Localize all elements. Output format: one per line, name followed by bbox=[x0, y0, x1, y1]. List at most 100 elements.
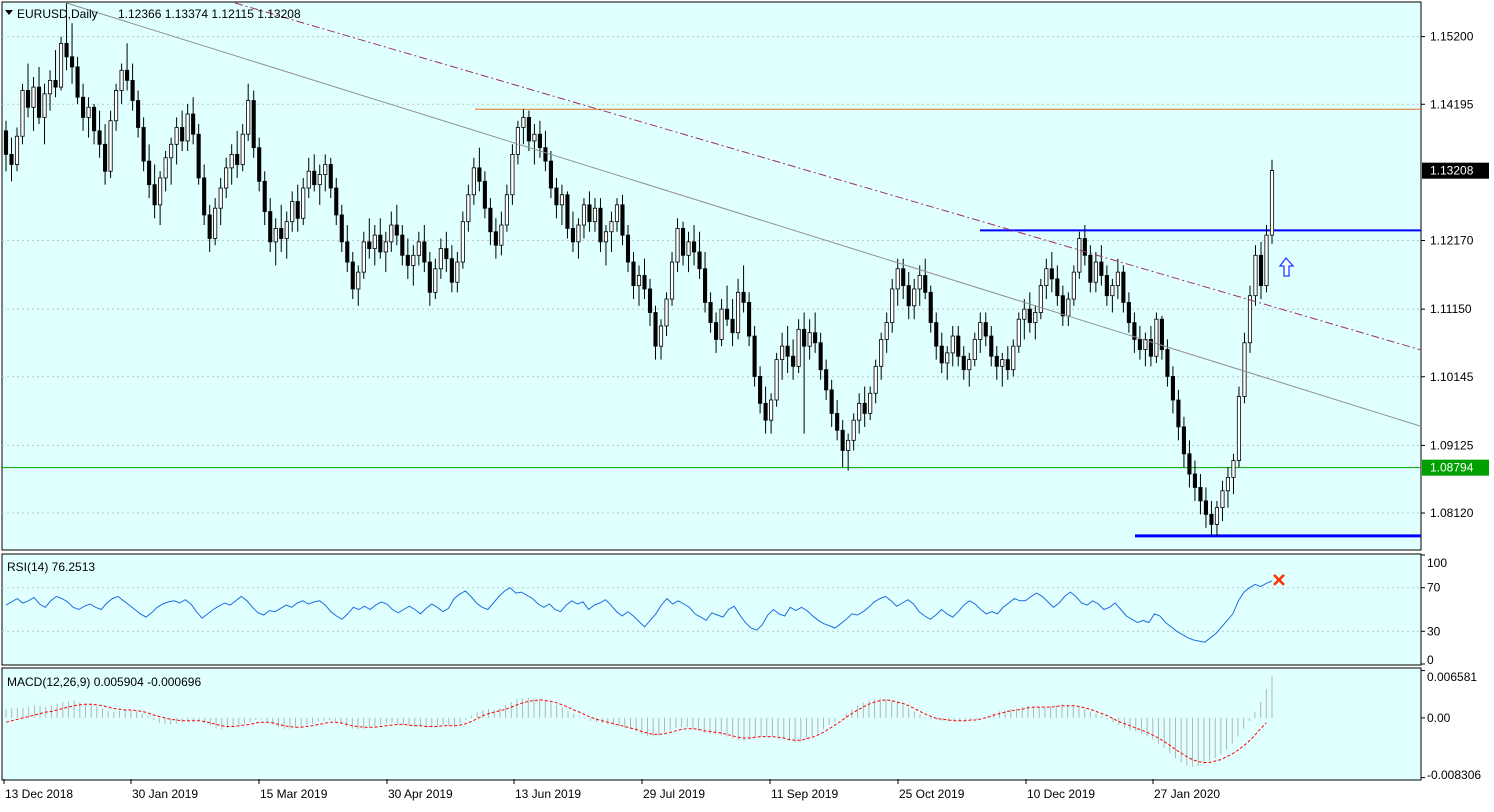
candle-body bbox=[306, 170, 311, 189]
candle-body bbox=[477, 167, 482, 182]
candle-body bbox=[81, 96, 86, 118]
candle-body bbox=[972, 339, 977, 361]
candle-body bbox=[824, 369, 829, 391]
symbol-header[interactable]: EURUSD,Daily 1.12366 1.13374 1.12115 1.1… bbox=[5, 7, 301, 21]
candle-body bbox=[125, 69, 130, 81]
time-tick-label: 10 Dec 2019 bbox=[1027, 787, 1095, 801]
candle-body bbox=[273, 228, 278, 243]
candle-body bbox=[1170, 376, 1175, 401]
candle-body bbox=[207, 214, 212, 239]
candle-body bbox=[1253, 254, 1258, 297]
rsi-panel[interactable]: 100 70 30 0 RSI(14) 76.2513 bbox=[1, 553, 1447, 667]
candle-body bbox=[180, 127, 185, 142]
candle-body bbox=[703, 268, 708, 303]
candle-body bbox=[438, 248, 443, 270]
candle-body bbox=[829, 389, 834, 414]
price-panel[interactable]: 1.15200 1.14195 1.12170 1.11150 1.10145 1.091… bbox=[1, 1, 1489, 551]
candle-body bbox=[1049, 268, 1054, 280]
candle-body bbox=[97, 130, 102, 145]
candle-body bbox=[994, 355, 999, 367]
candle-body bbox=[427, 261, 432, 293]
candle-body bbox=[449, 258, 454, 283]
candle-body bbox=[603, 231, 609, 243]
price-tick-label: 1.15200 bbox=[1430, 30, 1474, 44]
time-tick-label: 27 Jan 2020 bbox=[1154, 787, 1220, 801]
candle-body bbox=[1104, 275, 1109, 297]
candle-body bbox=[317, 174, 322, 186]
candle-body bbox=[3, 130, 9, 155]
candle-body bbox=[967, 359, 972, 371]
candle-body bbox=[906, 285, 911, 307]
rsi-tick-label: 30 bbox=[1427, 624, 1441, 638]
candle-body bbox=[1088, 254, 1093, 283]
candle-body bbox=[1110, 285, 1115, 297]
candle-body bbox=[846, 439, 851, 451]
candle-body bbox=[1220, 490, 1225, 509]
candle-body bbox=[1242, 342, 1247, 398]
candle-body bbox=[1000, 359, 1005, 367]
candle bbox=[1154, 312, 1159, 363]
candle-body bbox=[1033, 312, 1038, 323]
rsi-tick-label: 0 bbox=[1427, 653, 1434, 667]
candle-body bbox=[658, 325, 664, 347]
candle-body bbox=[835, 413, 840, 431]
candle-body bbox=[31, 86, 36, 108]
candle-body bbox=[378, 234, 383, 253]
candle-body bbox=[675, 228, 680, 263]
candle bbox=[1242, 332, 1247, 404]
candle-body bbox=[36, 86, 42, 118]
candle-body bbox=[152, 184, 157, 206]
candle bbox=[1247, 285, 1253, 353]
candle-body bbox=[1066, 298, 1071, 317]
candle-body bbox=[53, 79, 58, 88]
candle-body bbox=[785, 345, 790, 357]
candle-body bbox=[532, 133, 537, 142]
candle-body bbox=[92, 106, 97, 132]
candle-body bbox=[1060, 295, 1065, 317]
candle-body bbox=[950, 335, 955, 354]
candle-body bbox=[389, 224, 394, 243]
candle-body bbox=[290, 201, 295, 223]
candle-body bbox=[653, 312, 658, 347]
candle-body bbox=[202, 177, 207, 216]
candle-body bbox=[1154, 318, 1159, 357]
candle-body bbox=[141, 127, 146, 162]
candle-body bbox=[372, 234, 377, 249]
candle-body bbox=[1005, 359, 1010, 371]
candle bbox=[20, 83, 25, 145]
candle-body bbox=[169, 143, 174, 159]
candle-body bbox=[813, 332, 818, 344]
candle-body bbox=[554, 187, 559, 206]
candle-body bbox=[174, 127, 179, 145]
candle-body bbox=[708, 302, 713, 323]
candle-body bbox=[1099, 261, 1104, 276]
candle-body bbox=[488, 207, 493, 233]
time-tick-label: 29 Jul 2019 bbox=[643, 787, 705, 801]
candle-body bbox=[548, 160, 553, 189]
candle-body bbox=[1044, 268, 1049, 286]
candle-body bbox=[1115, 271, 1120, 286]
candle-body bbox=[163, 157, 168, 179]
candle bbox=[108, 110, 113, 178]
macd-panel[interactable]: 0.006581 0.00 -0.008306 MACD(12,26,9) 0.00… bbox=[1, 667, 1481, 782]
chart-canvas: 1.15200 1.14195 1.12170 1.11150 1.10145 1.091… bbox=[0, 0, 1494, 807]
candle-body bbox=[444, 248, 449, 260]
candle-body bbox=[945, 352, 950, 364]
candle-body bbox=[229, 153, 234, 169]
candle-body bbox=[862, 402, 867, 414]
candle-body bbox=[956, 335, 961, 357]
candle-body bbox=[840, 429, 845, 451]
symbol-name: EURUSD,Daily bbox=[17, 7, 98, 21]
candle-body bbox=[664, 298, 669, 327]
candle-body bbox=[466, 194, 471, 223]
candle-body bbox=[1187, 453, 1192, 475]
candle-body bbox=[345, 241, 350, 263]
candle-body bbox=[108, 120, 113, 172]
candle-body bbox=[851, 419, 856, 441]
candle-body bbox=[400, 234, 405, 256]
rsi-title: RSI(14) 76.2513 bbox=[7, 560, 95, 574]
candle-body bbox=[1247, 295, 1253, 344]
candle-body bbox=[251, 100, 256, 149]
candle-body bbox=[301, 187, 306, 219]
candle-body bbox=[103, 143, 108, 172]
